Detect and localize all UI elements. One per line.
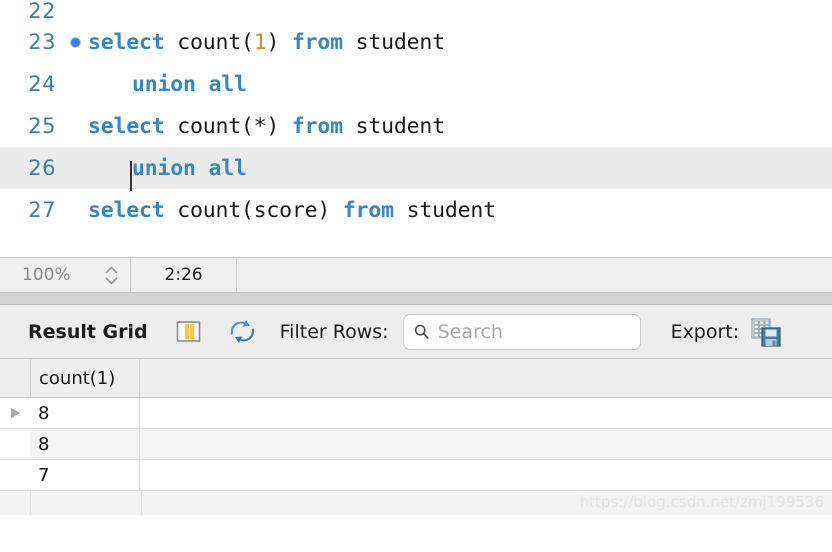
empty-cell xyxy=(31,491,142,515)
result-grid-toolbar: Result Grid Filter Rows: Export: xyxy=(0,305,832,359)
sql-keyword: select xyxy=(88,29,165,55)
sql-number: 1 xyxy=(253,29,267,55)
line-number-23: 23 xyxy=(28,30,56,54)
line-number-24: 24 xyxy=(28,72,56,96)
status-bar-filler xyxy=(237,258,832,292)
sql-plain: student xyxy=(393,197,496,223)
column-header-count1[interactable]: count(1) xyxy=(30,359,140,397)
table-header-row: count(1) xyxy=(0,359,832,398)
sql-plain: student xyxy=(342,113,445,139)
row-filler xyxy=(140,460,832,490)
chevron-up-icon[interactable] xyxy=(105,266,118,274)
line-number-25: 25 xyxy=(28,114,56,138)
code-line-text-23: select count(1) from student xyxy=(88,30,445,55)
editor-status-bar: 100% 2:26 xyxy=(0,257,832,293)
search-icon xyxy=(414,324,429,339)
table-row[interactable]: 8 xyxy=(0,429,832,460)
empty-rowmark xyxy=(0,491,31,515)
sql-keyword: union all xyxy=(132,155,247,181)
sql-plain: count(*) xyxy=(164,113,292,139)
code-line-text-27: select count(score) from student xyxy=(88,198,496,223)
filter-search-box[interactable] xyxy=(402,313,641,350)
search-input[interactable] xyxy=(437,320,630,343)
export-grid-save-icon[interactable] xyxy=(751,317,781,347)
sql-plain: count( xyxy=(164,29,254,55)
code-line-27[interactable]: 27 select count(score) from student xyxy=(0,189,832,231)
zoom-control[interactable]: 100% xyxy=(0,258,131,292)
export-label: Export: xyxy=(670,320,740,343)
row-filler xyxy=(140,398,832,428)
table-cell[interactable]: 7 xyxy=(30,460,140,490)
result-grid-title: Result Grid xyxy=(28,320,148,343)
sql-keyword: union all xyxy=(132,71,247,97)
filter-rows-label: Filter Rows: xyxy=(279,320,389,343)
header-rowmark-cell xyxy=(0,359,30,397)
code-line-text-25: select count(*) from student xyxy=(88,114,445,139)
sql-plain: student xyxy=(342,29,445,55)
table-cell[interactable]: 8 xyxy=(30,398,140,428)
zoom-stepper[interactable] xyxy=(105,266,118,285)
watermark-text: https://blog.csdn.net/zmj199536 xyxy=(579,493,824,511)
table-row[interactable]: 8 xyxy=(0,398,832,429)
text-cursor xyxy=(130,160,132,191)
table-row[interactable]: 7 xyxy=(0,460,832,491)
sql-code-editor[interactable]: 22 22 23 select count(1) from student 24… xyxy=(0,0,832,257)
sql-keyword: select xyxy=(88,197,165,223)
table-cell[interactable]: 8 xyxy=(30,429,140,459)
code-line-22-visible[interactable]: 22 xyxy=(0,0,832,23)
columns-grid-icon[interactable] xyxy=(176,319,201,344)
sql-keyword: from xyxy=(342,197,394,223)
zoom-level-label: 100% xyxy=(22,265,71,285)
code-line-text-26: union all xyxy=(88,155,247,191)
row-selector[interactable] xyxy=(0,460,30,490)
line-number-27: 27 xyxy=(28,198,56,222)
play-triangle-icon xyxy=(11,408,20,418)
panel-divider[interactable] xyxy=(0,293,832,305)
code-line-23[interactable]: 23 select count(1) from student xyxy=(0,21,832,63)
code-line-text-24: union all xyxy=(88,72,247,97)
sql-keyword: from xyxy=(291,113,343,139)
sql-keyword: select xyxy=(88,113,165,139)
row-selector[interactable] xyxy=(0,398,30,428)
sql-plain: ) xyxy=(266,29,292,55)
chevron-down-icon[interactable] xyxy=(105,277,118,285)
breakpoint-dot-icon[interactable] xyxy=(70,37,80,47)
code-line-25[interactable]: 25 select count(*) from student xyxy=(0,105,832,147)
row-selector[interactable] xyxy=(0,429,30,459)
code-line-24[interactable]: 24 union all xyxy=(0,63,832,105)
result-grid-table[interactable]: count(1) 8 8 7 https://blog.csdn.net/zmj… xyxy=(0,359,832,515)
header-filler xyxy=(140,359,832,397)
breakpoint-slot-23[interactable] xyxy=(62,37,88,47)
code-line-26-current[interactable]: 26 union all xyxy=(0,147,832,191)
refresh-icon[interactable] xyxy=(229,319,256,344)
line-number-22: 22 xyxy=(28,0,56,23)
sql-keyword: from xyxy=(291,29,343,55)
line-number-26: 26 xyxy=(28,156,56,180)
row-filler xyxy=(140,429,832,459)
sql-plain: count(score) xyxy=(164,197,343,223)
cursor-position-indicator: 2:26 xyxy=(131,258,237,292)
